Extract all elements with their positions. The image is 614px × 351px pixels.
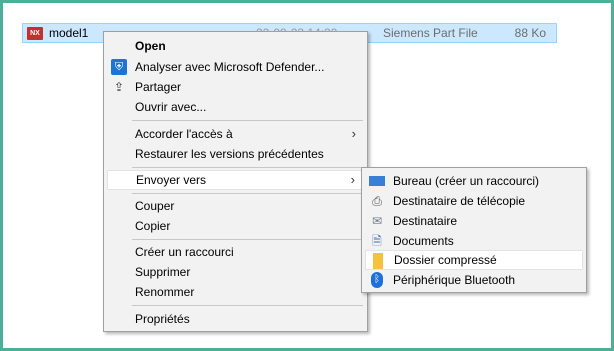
context-menu: Open ⛨ Analyser avec Microsoft Defender.…: [103, 31, 368, 332]
menu-item-cut[interactable]: Couper: [107, 196, 364, 216]
menu-item-label: Accorder l'accès à: [135, 127, 233, 141]
menu-item-send-to[interactable]: Envoyer vers ›: [107, 170, 364, 190]
menu-item-label: Documents: [393, 234, 454, 248]
submenu-item-fax-recipient[interactable]: ⎙ Destinataire de télécopie: [365, 191, 583, 211]
menu-item-analyze-defender[interactable]: ⛨ Analyser avec Microsoft Defender...: [107, 57, 364, 77]
menu-item-label: Destinataire: [393, 214, 458, 228]
menu-item-open[interactable]: Open: [107, 36, 364, 56]
menu-item-properties[interactable]: Propriétés: [107, 309, 364, 329]
submenu-item-bluetooth[interactable]: ᛒ Périphérique Bluetooth: [365, 270, 583, 290]
menu-item-label: Partager: [135, 80, 182, 94]
menu-item-create-shortcut[interactable]: Créer un raccourci: [107, 242, 364, 262]
chevron-right-icon: ›: [351, 126, 356, 141]
menu-separator: [132, 120, 363, 121]
menu-item-label: Open: [135, 39, 166, 53]
documents-icon: 🗎: [372, 234, 382, 248]
menu-separator: [132, 305, 363, 306]
menu-item-label: Dossier compressé: [394, 253, 497, 267]
menu-item-label: Périphérique Bluetooth: [393, 273, 516, 287]
menu-item-label: Envoyer vers: [136, 173, 207, 187]
menu-item-rename[interactable]: Renommer: [107, 282, 364, 302]
menu-item-label: Copier: [135, 219, 171, 233]
defender-icon: ⛨: [111, 59, 127, 75]
menu-item-delete[interactable]: Supprimer: [107, 262, 364, 282]
menu-item-grant-access[interactable]: Accorder l'accès à ›: [107, 124, 364, 144]
desktop-icon: [369, 176, 385, 186]
file-name: model1: [49, 26, 89, 40]
zip-folder-icon: [373, 253, 383, 269]
menu-item-label: Restaurer les versions précédentes: [135, 147, 324, 161]
menu-item-restore-versions[interactable]: Restaurer les versions précédentes: [107, 144, 364, 164]
menu-item-label: Analyser avec Microsoft Defender...: [135, 60, 325, 74]
menu-item-label: Destinataire de télécopie: [393, 194, 526, 208]
menu-item-label: Couper: [135, 199, 175, 213]
nx-icon: NX: [27, 27, 43, 40]
menu-separator: [132, 167, 363, 168]
menu-item-label: Créer un raccourci: [135, 245, 234, 259]
submenu-item-mail-recipient[interactable]: ✉ Destinataire: [365, 211, 583, 231]
menu-item-label: Propriétés: [135, 312, 190, 326]
submenu-item-compressed-folder[interactable]: Dossier compressé: [365, 250, 583, 270]
menu-item-open-with[interactable]: Ouvrir avec...: [107, 97, 364, 117]
menu-item-share[interactable]: ⇪ Partager: [107, 77, 364, 97]
file-size: 88 Ko: [514, 26, 546, 40]
menu-separator: [132, 239, 363, 240]
send-to-submenu: Bureau (créer un raccourci) ⎙ Destinatai…: [361, 167, 587, 293]
bluetooth-icon: ᛒ: [371, 272, 383, 288]
menu-item-label: Bureau (créer un raccourci): [393, 174, 540, 188]
menu-item-label: Supprimer: [135, 265, 191, 279]
menu-item-label: Ouvrir avec...: [135, 100, 207, 114]
share-icon: ⇪: [113, 80, 125, 94]
menu-item-label: Renommer: [135, 285, 195, 299]
menu-item-copy[interactable]: Copier: [107, 216, 364, 236]
menu-separator: [132, 193, 363, 194]
mail-icon: ✉: [371, 214, 383, 228]
submenu-item-documents[interactable]: 🗎 Documents: [365, 231, 583, 251]
fax-icon: ⎙: [372, 194, 382, 208]
file-type: Siemens Part File: [383, 26, 478, 40]
chevron-right-icon: ›: [350, 172, 355, 187]
submenu-item-desktop-shortcut[interactable]: Bureau (créer un raccourci): [365, 171, 583, 191]
